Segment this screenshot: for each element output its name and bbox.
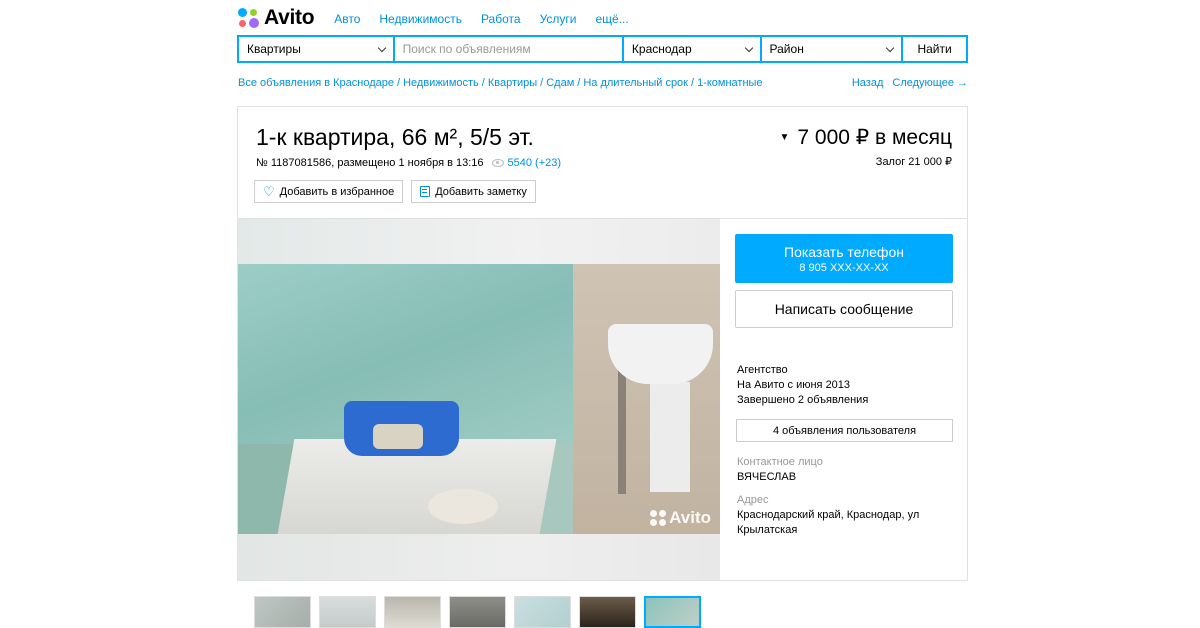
contact-info: Контактное лицо ВЯЧЕСЛАВ	[737, 455, 823, 485]
seller-completed: Завершено 2 объявления	[737, 394, 869, 406]
listing-card: 1-к квартира, 66 м², 5/5 эт. № 118708158…	[237, 106, 968, 581]
breadcrumb: Все объявления в Краснодаре / Недвижимость…	[238, 77, 763, 89]
page-title: 1-к квартира, 66 м², 5/5 эт.	[256, 124, 534, 150]
top-bar: Avito Авто Недвижимость Работа Услуги ещ…	[238, 4, 968, 32]
watermark-text: Avito	[669, 508, 711, 527]
district-value: Район	[769, 42, 804, 56]
thumbnail[interactable]	[319, 596, 376, 628]
nav-item-jobs[interactable]: Работа	[481, 12, 521, 26]
nav-item-auto[interactable]: Авто	[334, 12, 360, 26]
listing-actions: ♡ Добавить в избранное Добавить заметку	[254, 180, 536, 203]
listing-id-date: № 1187081586, размещено 1 ноября в 13:16	[256, 157, 484, 169]
breadcrumb-item[interactable]: Квартиры	[488, 77, 537, 89]
avito-logo[interactable]: Avito	[238, 6, 315, 30]
search-bar: Квартиры Поиск по объявлениям Краснодар …	[237, 35, 968, 63]
photo-blur-bottom	[238, 534, 720, 580]
watermark-dots-icon	[650, 510, 667, 526]
thumbnail[interactable]	[514, 596, 571, 628]
views-counter: 5540 (+23)	[491, 157, 562, 169]
back-link[interactable]: Назад	[852, 77, 884, 89]
search-placeholder: Поиск по объявлениям	[402, 42, 531, 56]
breadcrumb-item[interactable]: Недвижимость	[403, 77, 479, 89]
search-input[interactable]: Поиск по объявлениям	[394, 37, 622, 61]
heart-icon: ♡	[263, 184, 275, 199]
logo-dots-icon	[238, 7, 260, 29]
thumbnail[interactable]	[384, 596, 441, 628]
listing-meta: № 1187081586, размещено 1 ноября в 13:16…	[256, 157, 561, 169]
views-value: 5540 (+23)	[507, 157, 562, 169]
logo-text: Avito	[264, 6, 315, 29]
search-button[interactable]: Найти	[903, 37, 966, 61]
breadcrumb-item[interactable]: 1-комнатные	[697, 77, 762, 89]
top-nav: Авто Недвижимость Работа Услуги ещё...	[334, 10, 628, 26]
user-ads-button[interactable]: 4 объявления пользователя	[736, 419, 953, 442]
price-block: ▼ 7 000 ₽ в месяц	[780, 125, 953, 150]
phone-masked: 8 905 XXX-XX-XX	[799, 261, 889, 274]
contact-label: Контактное лицо	[737, 456, 823, 468]
district-select[interactable]: Район	[761, 37, 902, 61]
currency-dropdown-icon[interactable]: ▼	[780, 132, 790, 143]
thumbnail[interactable]	[579, 596, 636, 628]
deposit-value: Залог 21 000 ₽	[875, 156, 952, 168]
photo-watermark: Avito	[650, 508, 711, 528]
seller-sidebar: Показать телефон 8 905 XXX-XX-XX Написат…	[720, 219, 967, 580]
add-note-button[interactable]: Добавить заметку	[411, 180, 536, 203]
bathroom-photo	[238, 264, 720, 534]
category-select[interactable]: Квартиры	[239, 37, 393, 61]
thumbnail-strip	[254, 596, 701, 628]
thumbnail[interactable]	[449, 596, 506, 628]
main-photo[interactable]: Avito	[238, 219, 720, 580]
seller-since: На Авито с июня 2013	[737, 379, 851, 391]
address-label: Адрес	[737, 494, 769, 506]
nav-item-services[interactable]: Услуги	[540, 12, 577, 26]
city-value: Краснодар	[631, 42, 692, 56]
photo-blur-top	[238, 219, 720, 264]
eye-icon	[491, 159, 504, 167]
category-value: Квартиры	[247, 42, 301, 56]
breadcrumb-item[interactable]: Сдам	[546, 77, 574, 89]
next-link[interactable]: Следующее →	[892, 77, 968, 89]
chevron-down-icon	[885, 43, 895, 53]
seller-info: Агентство На Авито с июня 2013 Завершено…	[737, 363, 868, 408]
thumbnail[interactable]	[254, 596, 311, 628]
contact-name: ВЯЧЕСЛАВ	[737, 471, 797, 483]
chevron-down-icon	[744, 43, 753, 53]
write-message-button[interactable]: Написать сообщение	[735, 290, 953, 328]
city-select[interactable]: Краснодар	[623, 37, 760, 61]
add-favorite-label: Добавить в избранное	[279, 185, 395, 198]
seller-type[interactable]: Агентство	[737, 363, 868, 378]
address-value: Краснодарский край, Краснодар, ул Крылат…	[737, 509, 920, 536]
thumbnail-active[interactable]	[644, 596, 701, 628]
nav-item-realty[interactable]: Недвижимость	[379, 12, 462, 26]
breadcrumb-item[interactable]: Все объявления в Краснодаре	[238, 77, 394, 89]
breadcrumb-item[interactable]: На длительный срок	[583, 77, 688, 89]
price-value: 7 000 ₽ в месяц	[797, 126, 952, 149]
show-phone-label: Показать телефон	[784, 243, 904, 260]
nav-item-more[interactable]: ещё...	[595, 12, 628, 26]
listing-pager: Назад Следующее →	[852, 77, 968, 89]
add-note-label: Добавить заметку	[435, 185, 527, 198]
show-phone-button[interactable]: Показать телефон 8 905 XXX-XX-XX	[735, 234, 953, 283]
listing-header: 1-к квартира, 66 м², 5/5 эт. № 118708158…	[238, 107, 967, 219]
address-info: Адрес Краснодарский край, Краснодар, ул …	[737, 493, 937, 538]
chevron-down-icon	[377, 43, 386, 53]
add-favorite-button[interactable]: ♡ Добавить в избранное	[254, 180, 404, 203]
note-icon	[420, 186, 431, 197]
